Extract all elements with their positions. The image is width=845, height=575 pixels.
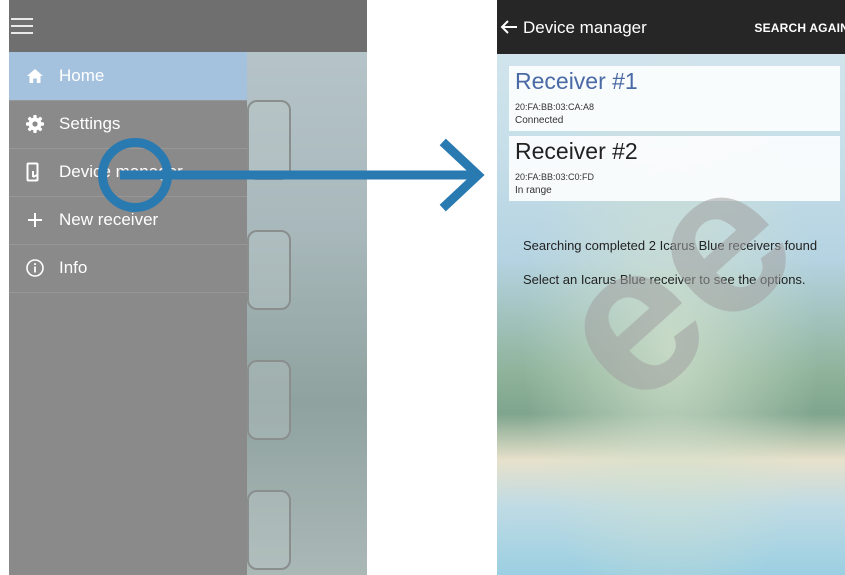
search-status-message: Searching completed 2 Icarus Blue receiv…	[523, 238, 818, 253]
device-manager-icon	[23, 160, 47, 184]
receiver-mac-address: 20:FA:BB:03:CA:A8	[515, 102, 595, 112]
receiver-status: In range	[515, 185, 552, 196]
device-manager-screen: Device manager SEARCH AGAIN Receiver #1 …	[497, 0, 845, 575]
menu-item-label: Settings	[59, 114, 121, 133]
menu-item-home[interactable]: Home	[9, 52, 247, 101]
menu-item-label: New receiver	[59, 210, 159, 229]
home-icon	[23, 64, 47, 88]
receiver-name: Receiver #1	[515, 68, 638, 94]
background-card	[247, 360, 291, 440]
navigation-drawer: Home Settings Device manager New receive…	[9, 52, 247, 575]
receiver-status: Connected	[515, 115, 564, 126]
receiver-card-1[interactable]: Receiver #1 20:FA:BB:03:CA:A8 Connected	[509, 66, 840, 131]
page-title: Device manager	[523, 18, 647, 37]
background-card	[247, 100, 291, 180]
receiver-name: Receiver #2	[515, 138, 638, 164]
left-app-bar	[9, 0, 367, 52]
hamburger-menu-icon[interactable]	[11, 18, 33, 34]
hint-message: Select an Icarus Blue receiver to see th…	[523, 272, 806, 287]
right-app-bar: Device manager SEARCH AGAIN	[497, 0, 845, 54]
navigation-drawer-screen: Home Settings Device manager New receive…	[9, 0, 367, 575]
gear-icon	[23, 112, 47, 136]
receiver-mac-address: 20:FA:BB:03:C0:FD	[515, 172, 595, 182]
menu-item-label: Home	[59, 66, 105, 85]
info-icon	[23, 256, 47, 280]
highlight-circle	[98, 138, 172, 212]
plus-icon	[23, 208, 47, 232]
menu-item-label: Info	[59, 258, 88, 277]
search-again-button[interactable]: SEARCH AGAIN	[754, 21, 845, 35]
receiver-card-2[interactable]: Receiver #2 20:FA:BB:03:C0:FD In range	[509, 136, 840, 201]
back-arrow-icon[interactable]	[499, 17, 519, 37]
menu-item-info[interactable]: Info	[9, 244, 247, 293]
background-card	[247, 230, 291, 310]
background-card	[247, 490, 291, 570]
